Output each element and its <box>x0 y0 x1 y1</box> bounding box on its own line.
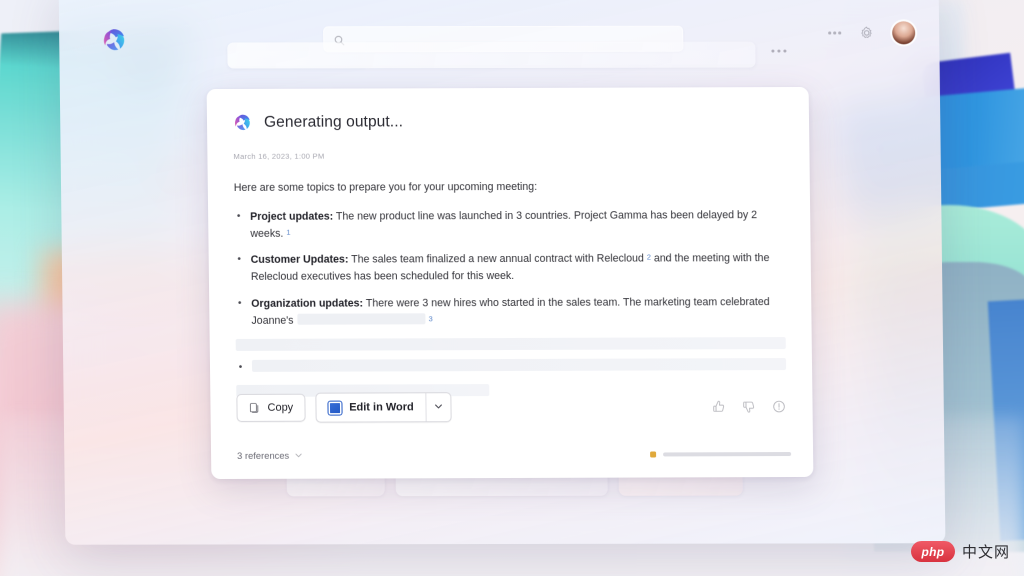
list-item-body: The sales team finalized a new annual co… <box>348 252 644 266</box>
copy-button-label: Copy <box>267 401 294 414</box>
report-exclamation-icon[interactable] <box>771 399 786 414</box>
list-item-label: Customer Updates: <box>250 253 349 267</box>
feedback-actions <box>711 399 786 414</box>
bullet-marker: • <box>238 361 243 373</box>
gear-icon[interactable] <box>859 25 874 40</box>
list-item-label: Project updates: <box>250 210 334 223</box>
generation-progress <box>650 450 792 458</box>
watermark: php 中文网 <box>910 541 1010 562</box>
secondary-command-bar[interactable] <box>227 41 756 69</box>
edit-in-word-label: Edit in Word <box>349 401 414 414</box>
ellipsis-horizontal-icon[interactable] <box>828 31 842 35</box>
bullet-marker: • <box>236 210 241 222</box>
skeleton-line <box>235 336 786 351</box>
skeleton-line <box>251 357 787 372</box>
list-item-text: Project updates: The new product line wa… <box>250 207 784 243</box>
avatar[interactable] <box>892 21 916 45</box>
skeleton-bullet-row: • <box>236 357 787 376</box>
thumbs-down-icon[interactable] <box>741 399 756 414</box>
edit-in-word-split-button: Edit in Word <box>315 392 452 423</box>
streaming-redaction-block <box>297 312 426 325</box>
response-bullet-list: • Project updates: The new product line … <box>234 207 785 330</box>
card-footer: 3 references <box>237 448 792 461</box>
copilot-response-card: Generating output... March 16, 2023, 1:0… <box>206 86 814 480</box>
copilot-swirl-icon <box>233 113 252 132</box>
list-item-text: Customer Updates: The sales team finaliz… <box>251 250 785 286</box>
header-actions <box>828 21 916 45</box>
watermark-badge: php <box>910 541 955 562</box>
copy-icon <box>248 401 260 414</box>
list-item: • Customer Updates: The sales team final… <box>235 250 785 286</box>
list-item-label: Organization updates: <box>251 297 364 310</box>
bullet-marker: • <box>237 297 242 309</box>
copy-button[interactable]: Copy <box>236 393 306 422</box>
references-label: 3 references <box>237 449 290 461</box>
progress-indicator-dot <box>650 450 657 458</box>
edit-in-word-button[interactable]: Edit in Word <box>316 393 426 421</box>
chevron-down-icon <box>294 451 303 460</box>
copilot-swirl-icon <box>101 27 127 53</box>
citation-link[interactable]: 1 <box>286 227 290 239</box>
primary-actions: Copy Edit in Word <box>236 392 452 423</box>
list-item: • Project updates: The new product line … <box>234 207 784 243</box>
bullet-marker: • <box>237 254 242 266</box>
citation-link[interactable]: 3 <box>428 313 432 325</box>
response-lead-text: Here are some topics to prepare you for … <box>233 180 538 194</box>
list-item: • Organization updates: There were 3 new… <box>235 294 785 330</box>
response-action-bar: Copy Edit in Word <box>236 391 786 423</box>
list-item-text: Organization updates: There were 3 new h… <box>251 294 785 330</box>
word-app-icon <box>328 401 342 415</box>
card-header: Generating output... <box>233 111 783 132</box>
streaming-skeleton-group: • <box>235 336 787 397</box>
chevron-down-icon <box>434 398 444 416</box>
thumbs-up-icon[interactable] <box>711 399 726 414</box>
secondary-more-options-icon[interactable] <box>771 49 787 53</box>
watermark-text: 中文网 <box>961 544 1010 561</box>
response-timestamp: March 16, 2023, 1:00 PM <box>233 151 325 161</box>
references-toggle[interactable]: 3 references <box>237 450 303 461</box>
edit-in-word-dropdown-button[interactable] <box>427 393 451 421</box>
page-title: Generating output... <box>263 112 404 131</box>
progress-track <box>663 451 792 456</box>
